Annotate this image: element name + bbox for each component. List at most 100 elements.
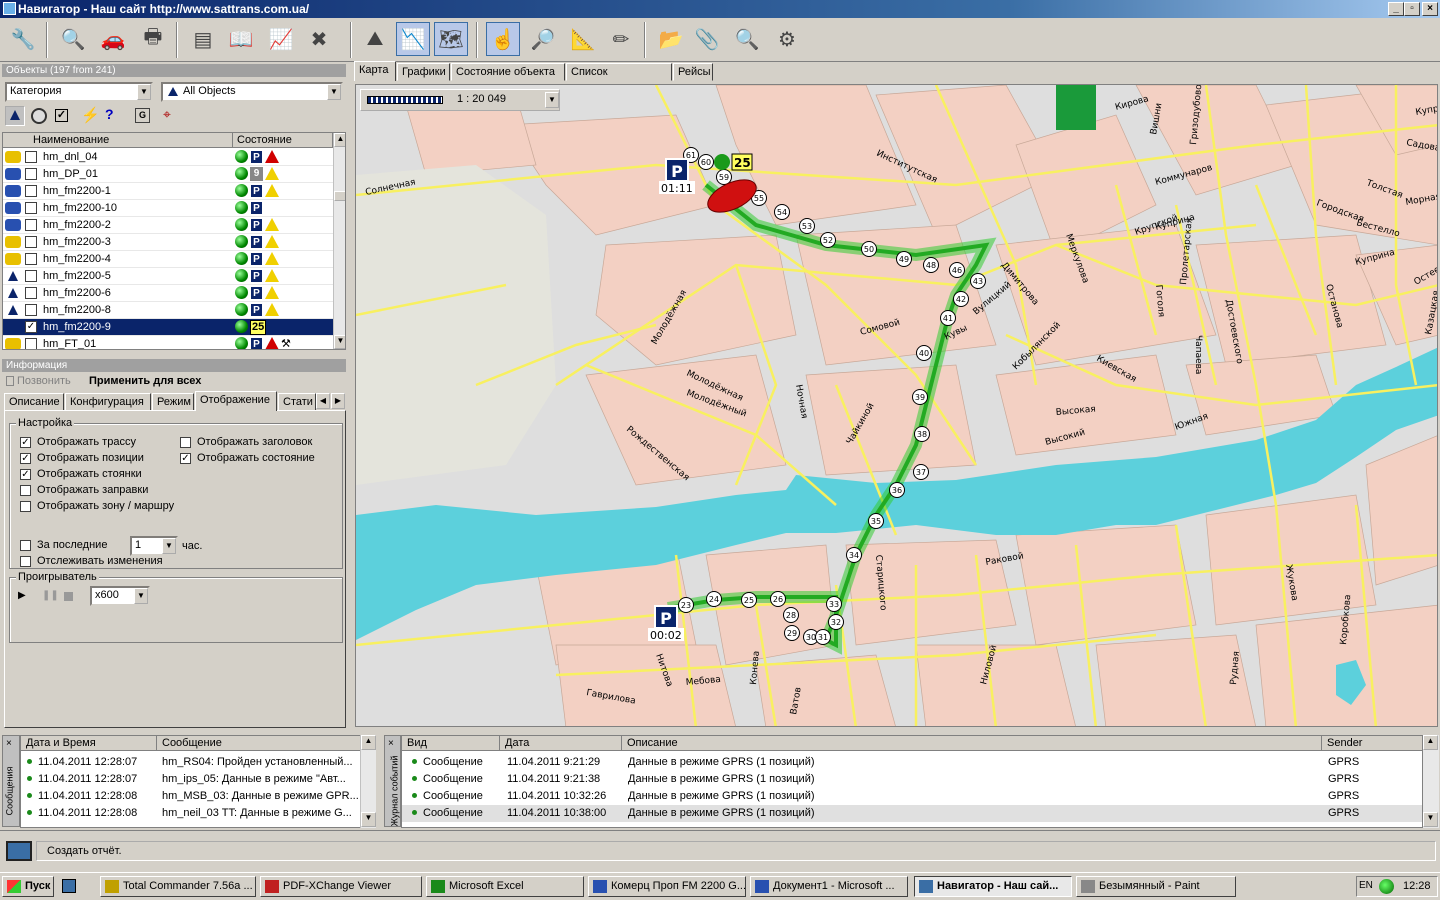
option-checkbox[interactable] [20, 484, 31, 496]
object-checkbox[interactable] [25, 202, 37, 214]
route-point[interactable]: 32 [828, 614, 844, 630]
maximize-button[interactable]: ▫ [1404, 2, 1420, 16]
close-button[interactable]: × [1422, 2, 1438, 16]
route-point[interactable]: 25 [741, 592, 757, 608]
object-checkbox[interactable] [25, 168, 37, 180]
close-icon[interactable]: × [6, 738, 12, 749]
events-side-tab[interactable]: × Журнал событий [384, 735, 401, 827]
object-checkbox[interactable] [25, 287, 37, 299]
tab-scroll-left[interactable]: ◀ [316, 393, 330, 409]
object-row[interactable]: ✓ hm_fm2200-9 25 [3, 319, 333, 336]
tab-mode[interactable]: Режим [152, 393, 194, 411]
route-point[interactable]: 38 [914, 426, 930, 442]
option-checkbox[interactable] [180, 436, 191, 448]
book-button[interactable]: 📖 [224, 22, 258, 56]
call-button[interactable]: Позвонить [17, 375, 71, 387]
route-point[interactable]: 50 [861, 241, 877, 257]
pause-icon[interactable]: ❚❚ [42, 590, 59, 601]
scroll-up-button[interactable]: ▲ [1423, 735, 1438, 750]
messages-scrollbar[interactable]: ▲ ▼ [360, 735, 376, 828]
remove-button[interactable]: ✖ [302, 22, 336, 56]
taskbar-item[interactable]: Документ1 - Microsoft ... [750, 876, 908, 897]
event-row[interactable]: Сообщение 11.04.2011 9:21:38 Данные в режи… [402, 771, 1422, 788]
tab-trips[interactable]: Рейсы [673, 63, 713, 81]
route-point[interactable]: 48 [923, 257, 939, 273]
object-row[interactable]: hm_dnl_04 P [3, 149, 333, 166]
open-folder-button[interactable]: 📂 [654, 22, 688, 56]
column-kind[interactable]: Вид [402, 736, 500, 751]
scroll-thumb[interactable] [334, 191, 345, 201]
route-point[interactable]: 46 [949, 262, 965, 278]
object-checkbox[interactable]: ✓ [25, 321, 37, 333]
column-date[interactable]: Дата [500, 736, 622, 751]
tab-route-list[interactable]: Список маршрутов [566, 63, 672, 94]
map-view[interactable]: 23 24 25 26 28 29 30 31 32 33 34 35 36 37 38 39 40 41 42 43… [355, 84, 1438, 727]
start-button[interactable]: Пуск [2, 876, 54, 897]
event-row[interactable]: Сообщение 11.04.2011 10:38:00 Данные в реж… [402, 805, 1422, 822]
object-row[interactable]: hm_fm2200-5 P [3, 268, 333, 285]
messages-side-tab[interactable]: × Сообщения [2, 735, 20, 827]
route-point[interactable]: 52 [820, 232, 836, 248]
object-checkbox[interactable] [25, 236, 37, 248]
object-checkbox[interactable] [25, 151, 37, 163]
lightning-icon[interactable]: ⚡ [81, 106, 100, 124]
group-icon[interactable]: G [135, 108, 150, 123]
column-name[interactable]: Наименование [3, 133, 233, 148]
chevron-down-icon[interactable]: ▼ [134, 588, 148, 604]
tab-configuration[interactable]: Конфигурация [65, 393, 151, 411]
find-button[interactable]: 🔍 [730, 22, 764, 56]
chevron-down-icon[interactable]: ▼ [327, 84, 341, 100]
map-view-button[interactable]: 🗺 [434, 22, 468, 56]
route-point[interactable]: 42 [953, 291, 969, 307]
event-row[interactable]: Сообщение 11.04.2011 10:32:26 Данные в реж… [402, 788, 1422, 805]
objects-scrollbar[interactable]: ▲ ▼ [333, 133, 345, 349]
route-point[interactable]: 40 [916, 345, 932, 361]
route-point[interactable]: 35 [868, 513, 884, 529]
chevron-down-icon[interactable]: ▼ [137, 84, 151, 100]
object-checkbox[interactable] [25, 304, 37, 316]
message-row[interactable]: 11.04.2011 12:28:08 hm_neil_03 TT: Данные… [21, 805, 361, 822]
object-checkbox[interactable] [25, 219, 37, 231]
display-option[interactable]: Отображать заправки [20, 484, 148, 496]
display-option[interactable]: ✓ Отображать стоянки [20, 468, 142, 480]
option-checkbox[interactable]: ✓ [20, 452, 31, 464]
object-checkbox[interactable] [25, 338, 37, 349]
option-checkbox[interactable]: ✓ [180, 452, 191, 464]
track-changes-checkbox[interactable] [20, 555, 31, 567]
chevron-down-icon[interactable]: ▼ [162, 538, 176, 554]
object-row[interactable]: hm_fm2200-3 P [3, 234, 333, 251]
player-speed-select[interactable]: x600 ▼ [90, 586, 150, 606]
route-point[interactable]: 49 [896, 251, 912, 267]
route-point[interactable]: 59 [716, 169, 732, 185]
option-checkbox[interactable] [20, 500, 31, 512]
column-sender[interactable]: Sender [1322, 736, 1422, 751]
object-row[interactable]: hm_fm2200-6 P [3, 285, 333, 302]
route-point[interactable]: 37 [913, 464, 929, 480]
language-indicator[interactable]: EN [1359, 880, 1373, 891]
object-row[interactable]: hm_fm2200-1 P [3, 183, 333, 200]
message-row[interactable]: 11.04.2011 12:28:08 hm_MSB_03: Данные в р… [21, 788, 361, 805]
measure-button[interactable]: 📐 [566, 22, 600, 56]
object-row[interactable]: hm_fm2200-4 P [3, 251, 333, 268]
object-checkbox[interactable] [25, 253, 37, 265]
object-row[interactable]: hm_fm2200-10 P [3, 200, 333, 217]
search-objects-button[interactable]: 🔍 [56, 22, 90, 56]
route-point[interactable]: 36 [889, 482, 905, 498]
object-row[interactable]: hm_fm2200-2 P [3, 217, 333, 234]
route-point[interactable]: 23 [678, 597, 694, 613]
clip-button[interactable]: 📎 [690, 22, 724, 56]
chart-button[interactable]: 📈 [264, 22, 298, 56]
play-icon[interactable]: ▶ [18, 590, 26, 601]
close-icon[interactable]: × [388, 738, 394, 749]
route-point[interactable]: 31 [815, 629, 831, 645]
locate-icon[interactable]: ⌖ [163, 106, 171, 123]
route-point[interactable]: 34 [846, 547, 862, 563]
config-button[interactable]: ⚙ [770, 22, 804, 56]
tab-statistics[interactable]: Стати [278, 393, 316, 411]
track-changes-option[interactable]: Отслеживать изменения [20, 555, 163, 567]
route-point[interactable]: 33 [826, 596, 842, 612]
graph-button[interactable]: 📉 [396, 22, 430, 56]
last-hours-option[interactable]: За последние [20, 539, 107, 551]
chevron-down-icon[interactable]: ▼ [545, 92, 559, 108]
save-icon[interactable] [62, 879, 76, 893]
